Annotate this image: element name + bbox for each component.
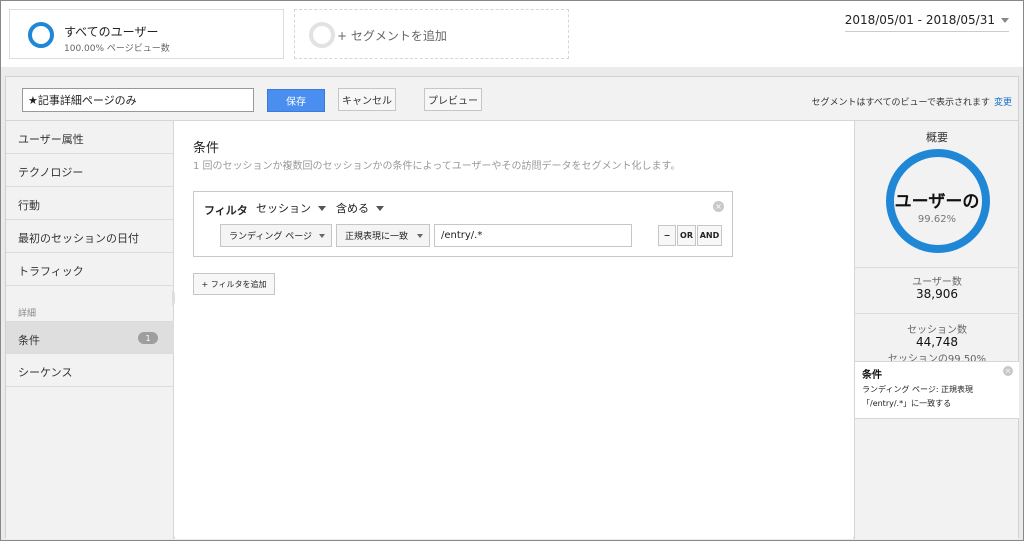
divider: [855, 267, 1019, 268]
segment-subtitle: 100.00% ページビュー数: [64, 44, 170, 54]
filter-mode-value: 含める: [336, 202, 369, 215]
filter-value-input[interactable]: [434, 224, 632, 247]
sessions-label: セッション数: [907, 325, 967, 336]
conditions-panel: 条件 1 回のセッションか複数回のセッションかの条件によってユーザーやその訪問デ…: [175, 121, 853, 539]
or-button[interactable]: OR: [677, 225, 696, 246]
condition-summary-title: 条件: [862, 370, 882, 381]
condition-summary-line: 「/entry/.*」に一致する: [862, 399, 952, 408]
conditions-description: 1 回のセッションか複数回のセッションかの条件によってユーザーやその訪問データを…: [193, 161, 681, 172]
sidebar-item-traffic[interactable]: トラフィック: [6, 253, 174, 286]
donut-label: ユーザーの: [894, 192, 980, 212]
filter-scope-value: セッション: [256, 202, 311, 215]
segment-card-all-users[interactable]: すべてのユーザー 100.00% ページビュー数: [9, 9, 284, 59]
filter-scope-dropdown[interactable]: セッション: [256, 200, 326, 216]
cancel-button[interactable]: キャンセル: [338, 88, 396, 111]
editor-sidebar: ユーザー属性 テクノロジー 行動 最初のセッションの日付 トラフィック 詳細 条…: [6, 121, 174, 539]
segment-title: すべてのユーザー: [64, 25, 159, 39]
preview-button[interactable]: プレビュー: [424, 88, 482, 111]
sidebar-item-behavior[interactable]: 行動: [6, 187, 174, 220]
sidebar-section-advanced: 詳細: [18, 309, 37, 319]
date-range-picker[interactable]: 2018/05/01 - 2018/05/31: [844, 13, 1009, 32]
users-value: 38,906: [916, 287, 958, 301]
change-visibility-link[interactable]: 変更: [994, 95, 1012, 108]
sessions-value: 44,748: [916, 335, 958, 349]
condition-summary-box: 条件 × ランディング ページ: 正規表現 「/entry/.*」に一致する: [855, 361, 1019, 419]
match-type-dropdown[interactable]: 正規表現に一致: [336, 224, 430, 247]
segment-bar: すべてのユーザー 100.00% ページビュー数 + セグメントを追加 2018…: [1, 1, 1023, 67]
filter-card: フィルタ セッション 含める × ランディング ページ 正規表現に一致 − OR…: [193, 191, 733, 257]
chevron-down-icon: [319, 233, 325, 238]
add-filter-button[interactable]: + フィルタを追加: [193, 273, 275, 295]
chevron-down-icon: [417, 233, 423, 238]
segment-ring-icon: [28, 22, 54, 48]
summary-panel: 概要 ユーザーの 99.62% ユーザー数 38,906 セッション数 44,7…: [854, 121, 1019, 539]
chevron-down-icon: [376, 205, 384, 211]
segment-editor: 保存 キャンセル プレビュー セグメントはすべてのビューで表示されます 変更 ユ…: [5, 76, 1019, 539]
editor-header: 保存 キャンセル プレビュー セグメントはすべてのビューで表示されます 変更: [6, 77, 1018, 121]
dimension-value: ランディング ページ: [229, 232, 313, 242]
chevron-down-icon: [1001, 17, 1009, 23]
remove-condition-button[interactable]: −: [658, 225, 676, 246]
sidebar-item-conditions[interactable]: 条件 1: [6, 321, 174, 354]
dimension-dropdown[interactable]: ランディング ページ: [220, 224, 332, 247]
visibility-note: セグメントはすべてのビューで表示されます: [811, 98, 990, 108]
sidebar-item-label: 条件: [18, 334, 40, 347]
sidebar-item-first-session-date[interactable]: 最初のセッションの日付: [6, 220, 174, 253]
divider: [855, 313, 1019, 314]
chevron-down-icon: [318, 205, 326, 211]
match-type-value: 正規表現に一致: [345, 232, 409, 242]
filter-label: フィルタ: [204, 204, 248, 217]
save-button[interactable]: 保存: [267, 89, 325, 112]
summary-title: 概要: [926, 131, 948, 144]
empty-segment-ring-icon: [309, 22, 335, 48]
filter-mode-dropdown[interactable]: 含める: [336, 200, 384, 216]
remove-filter-icon[interactable]: ×: [713, 201, 724, 212]
users-label: ユーザー数: [912, 277, 962, 288]
sidebar-item-demographics[interactable]: ユーザー属性: [6, 121, 174, 154]
segment-name-input[interactable]: [22, 88, 254, 112]
condition-summary-line: ランディング ページ: 正規表現: [862, 385, 974, 394]
conditions-count-badge: 1: [138, 332, 158, 344]
add-segment-label: + セグメントを追加: [337, 29, 447, 43]
page-title: 条件: [193, 141, 220, 156]
donut-percent: 99.62%: [917, 214, 957, 225]
sidebar-item-technology[interactable]: テクノロジー: [6, 154, 174, 187]
close-icon[interactable]: ×: [1003, 366, 1013, 376]
date-range-label: 2018/05/01 - 2018/05/31: [844, 13, 995, 27]
sidebar-item-sequences[interactable]: シーケンス: [6, 354, 174, 387]
and-button[interactable]: AND: [697, 225, 722, 246]
add-segment-card[interactable]: + セグメントを追加: [294, 9, 569, 59]
